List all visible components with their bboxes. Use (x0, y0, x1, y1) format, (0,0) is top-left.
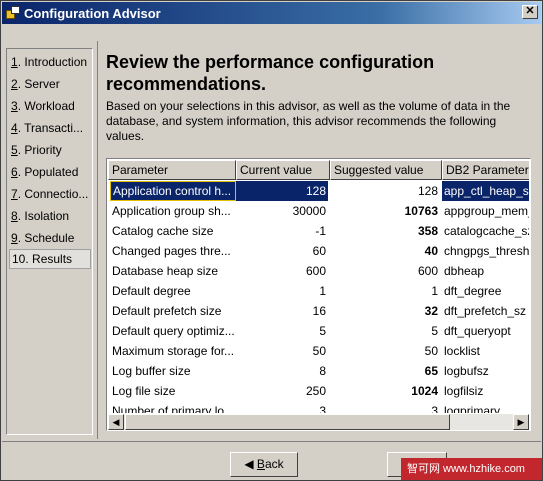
db2-parameter-cell: catalogcache_sz (444, 224, 529, 238)
table-row[interactable]: Database heap size 600 600 dbheap (108, 261, 529, 281)
suggested-value-cell: 128 (417, 184, 438, 198)
param-cell: Default degree (112, 284, 191, 298)
current-value-cell: -1 (315, 224, 326, 238)
page-heading: Review the performance configuration rec… (106, 52, 435, 94)
suggested-value-cell: 1 (431, 284, 438, 298)
param-cell: Application group sh... (112, 204, 231, 218)
nav-step-populated[interactable]: 6. Populated (11, 162, 91, 182)
table-row[interactable]: Catalog cache size -1 358 catalogcache_s… (108, 221, 529, 241)
window-title: Configuration Advisor (24, 5, 161, 21)
suggested-value-cell: 40 (424, 244, 438, 258)
horizontal-scrollbar[interactable]: ◀ ▶ (108, 414, 529, 430)
param-cell: Database heap size (112, 264, 219, 278)
suggested-value-cell: 1024 (411, 384, 438, 398)
scroll-right-icon[interactable]: ▶ (513, 414, 529, 430)
param-cell: Log file size (112, 384, 176, 398)
results-panel: Review the performance configuration rec… (97, 41, 542, 439)
column-header-db2-parameter[interactable]: DB2 Parameter (442, 160, 529, 180)
db2-parameter-cell: chngpgs_thresh (444, 244, 529, 258)
current-value-cell: 600 (305, 264, 326, 278)
current-value-cell: 128 (236, 181, 328, 201)
db2-parameter-cell: logbufsz (444, 364, 489, 378)
recommendations-table: Parameter Current value Suggested value … (106, 158, 531, 431)
nav-step-results[interactable]: 10. Results (9, 249, 91, 269)
table-row[interactable]: Application control h... 128 128 app_ctl… (108, 181, 529, 201)
param-cell: Application control h... (110, 181, 236, 201)
column-header-parameter[interactable]: Parameter (108, 160, 236, 180)
nav-step-introduction[interactable]: 1. Introduction (11, 52, 91, 72)
suggested-value-cell: 600 (417, 264, 438, 278)
param-cell: Default query optimiz... (112, 324, 235, 338)
nav-step-connections[interactable]: 7. Connectio... (11, 184, 91, 204)
current-value-cell: 3 (319, 404, 326, 413)
back-button[interactable]: ◀ Back (230, 452, 298, 477)
close-button[interactable]: ✕ (522, 5, 538, 19)
db2-parameter-cell: appgroup_mem_sz (444, 204, 529, 218)
suggested-value-cell: 50 (424, 344, 438, 358)
nav-step-priority[interactable]: 5. Priority (11, 140, 91, 160)
nav-step-transactions[interactable]: 4. Transacti... (11, 118, 91, 138)
table-row[interactable]: Log file size 250 1024 logfilsiz (108, 381, 529, 401)
table-viewport: Parameter Current value Suggested value … (108, 160, 529, 413)
param-cell: Changed pages thre... (112, 244, 231, 258)
suggested-value-cell: 32 (424, 304, 438, 318)
page-description: Based on your selections in this advisor… (106, 99, 511, 143)
current-value-cell: 8 (319, 364, 326, 378)
watermark: 智可网 www.hzhike.com (401, 458, 542, 480)
db2-parameter-cell: dbheap (444, 264, 485, 278)
table-row[interactable]: Changed pages thre... 60 40 chngpgs_thre… (108, 241, 529, 261)
wizard-steps-sidebar: 1. Introduction 2. Server 3. Workload 4.… (6, 48, 93, 435)
nav-step-server[interactable]: 2. Server (11, 74, 91, 94)
nav-step-isolation[interactable]: 8. Isolation (11, 206, 91, 226)
current-value-cell: 250 (305, 384, 326, 398)
scrollbar-thumb[interactable] (125, 414, 450, 430)
nav-step-workload[interactable]: 3. Workload (11, 96, 91, 116)
param-cell: Number of primary lo... (112, 404, 235, 413)
db2-parameter-cell: app_ctl_heap_sz (442, 181, 529, 201)
table-row[interactable]: Default query optimiz... 5 5 dft_queryop… (108, 321, 529, 341)
nav-step-schedule[interactable]: 9. Schedule (11, 228, 91, 248)
suggested-value-cell: 358 (417, 224, 438, 238)
current-value-cell: 30000 (292, 204, 326, 218)
table-row[interactable]: Log buffer size 8 65 logbufsz (108, 361, 529, 381)
column-header-current-value[interactable]: Current value (236, 160, 330, 180)
table-row[interactable]: Number of primary lo... 3 3 logprimary (108, 401, 529, 413)
suggested-value-cell: 65 (424, 364, 438, 378)
param-cell: Default prefetch size (112, 304, 222, 318)
db2-parameter-cell: dft_prefetch_sz (444, 304, 527, 318)
param-cell: Catalog cache size (112, 224, 214, 238)
configuration-advisor-window: Configuration Advisor ✕ 1. Introduction … (0, 0, 543, 481)
table-row[interactable]: Default degree 1 1 dft_degree (108, 281, 529, 301)
suggested-value-cell: 5 (431, 324, 438, 338)
suggested-value-cell: 10763 (404, 204, 438, 218)
db2-parameter-cell: logfilsiz (444, 384, 484, 398)
db2-parameter-cell: dft_queryopt (444, 324, 511, 338)
current-value-cell: 50 (312, 344, 326, 358)
db2-parameter-cell: dft_degree (444, 284, 502, 298)
table-row[interactable]: Default prefetch size 16 32 dft_prefetch… (108, 301, 529, 321)
column-header-suggested-value[interactable]: Suggested value (330, 160, 442, 180)
param-cell: Log buffer size (112, 364, 191, 378)
db2-parameter-cell: locklist (444, 344, 481, 358)
current-value-cell: 16 (312, 304, 326, 318)
current-value-cell: 1 (319, 284, 326, 298)
current-value-cell: 5 (319, 324, 326, 338)
back-arrow-icon: ◀ (244, 457, 257, 471)
table-row[interactable]: Application group sh... 30000 10763 appg… (108, 201, 529, 221)
suggested-value-cell: 3 (431, 404, 438, 413)
title-bar[interactable]: Configuration Advisor ✕ (2, 2, 541, 24)
app-icon (6, 6, 20, 20)
param-cell: Maximum storage for... (112, 344, 235, 358)
current-value-cell: 60 (312, 244, 326, 258)
table-row[interactable]: Maximum storage for... 50 50 locklist (108, 341, 529, 361)
db2-parameter-cell: logprimary (444, 404, 501, 413)
scroll-left-icon[interactable]: ◀ (108, 414, 124, 430)
